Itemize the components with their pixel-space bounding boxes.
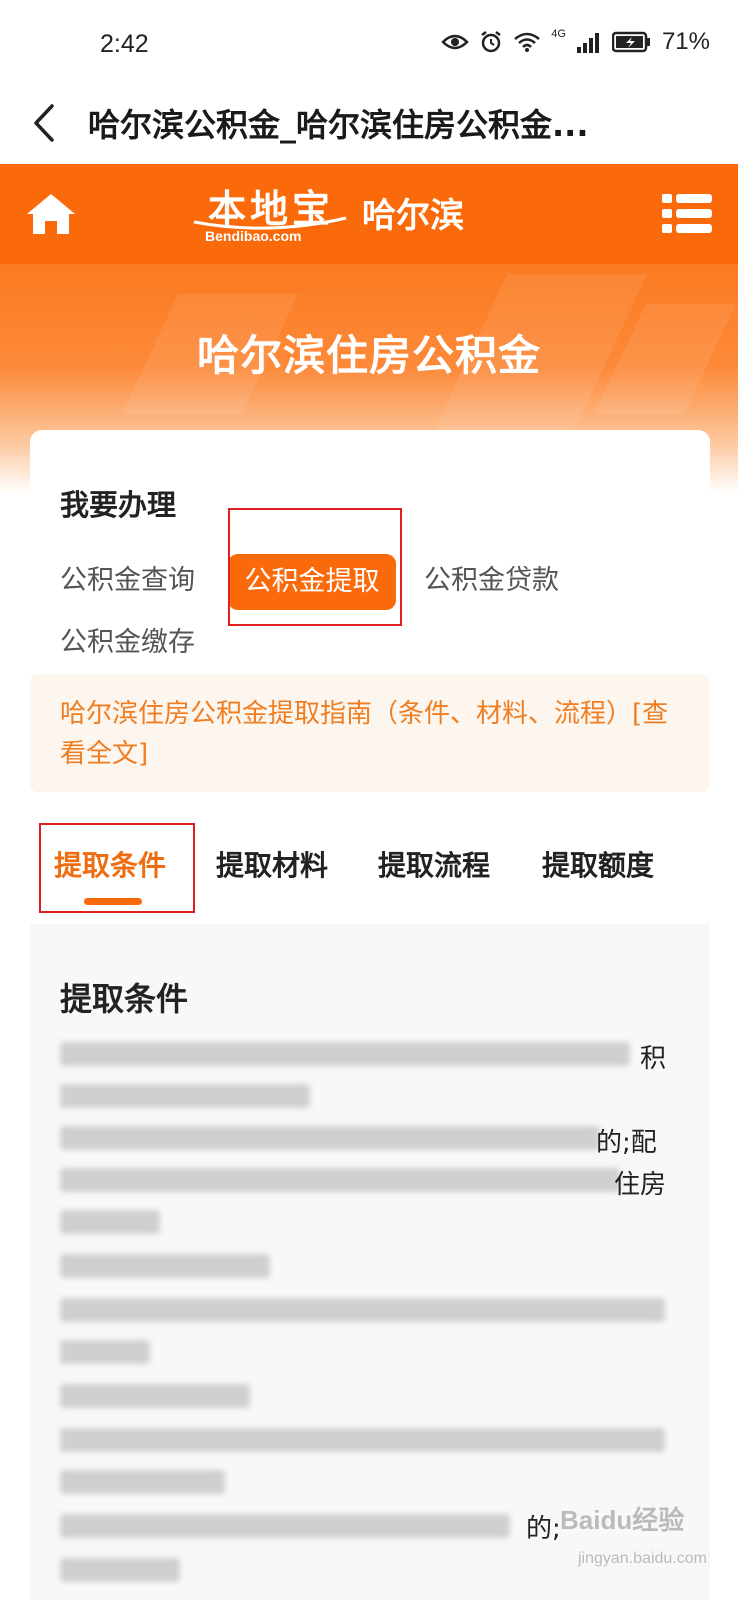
- text-fragment: 的;: [526, 1514, 561, 1544]
- page-title: 哈尔滨公积金_哈尔滨住房公积金...: [88, 106, 589, 144]
- site-header: 本地宝 Bendibao.com 哈尔滨: [0, 164, 738, 264]
- alarm-icon: [481, 31, 502, 53]
- highlight-box-tab: [39, 823, 195, 913]
- option-query[interactable]: 公积金查询: [60, 558, 195, 597]
- blurred-text-line: [60, 1042, 630, 1066]
- wifi-icon: [514, 32, 541, 52]
- title-bar: 哈尔滨公积金_哈尔滨住房公积金...: [0, 90, 738, 164]
- tab-amount[interactable]: 提取额度: [542, 844, 654, 884]
- content-panel: 提取条件 积 的;配 住房 的;: [30, 924, 710, 1600]
- network-type: 4G: [551, 28, 566, 40]
- home-icon[interactable]: [24, 190, 78, 238]
- blurred-text-line: [60, 1340, 150, 1364]
- blurred-text-line: [60, 1168, 620, 1192]
- logo-subtext: Bendibao.com: [205, 228, 302, 244]
- eye-icon: [441, 34, 470, 50]
- city-name[interactable]: 哈尔滨: [362, 188, 464, 237]
- tab-process[interactable]: 提取流程: [378, 844, 490, 884]
- blurred-text-line: [60, 1254, 270, 1278]
- status-bar: 2:42 4G 71%: [0, 0, 738, 90]
- battery-percent: 71%: [661, 28, 710, 55]
- battery-icon: [611, 31, 650, 53]
- text-fragment: 住房: [614, 1170, 667, 1200]
- back-arrow-icon[interactable]: [26, 98, 66, 148]
- option-loan[interactable]: 公积金贷款: [424, 558, 559, 597]
- text-fragment: 的;配: [596, 1128, 657, 1158]
- blurred-text-line: [60, 1558, 180, 1582]
- tab-materials[interactable]: 提取材料: [216, 844, 328, 884]
- status-icons: 4G 71%: [441, 28, 710, 56]
- blurred-text-line: [60, 1298, 665, 1322]
- blurred-text-line: [60, 1470, 225, 1494]
- blurred-text-line: [60, 1084, 310, 1108]
- option-deposit[interactable]: 公积金缴存: [60, 620, 195, 659]
- guide-link[interactable]: 哈尔滨住房公积金提取指南（条件、材料、流程）[查看全文]: [60, 694, 690, 774]
- tab-bar: 提取条件 提取材料 提取流程 提取额度: [30, 818, 710, 918]
- content-heading: 提取条件: [60, 980, 189, 1018]
- services-heading: 我要办理: [60, 488, 177, 522]
- watermark-url: jingyan.baidu.com: [578, 1550, 707, 1567]
- blurred-text-line: [60, 1428, 665, 1452]
- service-card: 我要办理 公积金查询 公积金提取 公积金贷款 公积金缴存 哈尔滨住房公积金提取指…: [30, 430, 710, 1600]
- watermark-logo: Baidu经验: [560, 1505, 685, 1535]
- blurred-text-line: [60, 1126, 600, 1150]
- text-fragment: 积: [640, 1044, 667, 1074]
- signal-icon: [576, 33, 599, 53]
- blurred-text-line: [60, 1384, 250, 1408]
- blurred-text-line: [60, 1514, 510, 1538]
- highlight-box-option: [228, 508, 402, 626]
- banner-title: 哈尔滨住房公积金: [196, 331, 541, 380]
- status-time: 2:42: [100, 30, 149, 58]
- menu-icon[interactable]: [662, 192, 712, 236]
- site-logo[interactable]: 本地宝 Bendibao.com: [190, 178, 350, 250]
- blurred-text-line: [60, 1210, 160, 1234]
- guide-box: 哈尔滨住房公积金提取指南（条件、材料、流程）[查看全文]: [30, 674, 710, 792]
